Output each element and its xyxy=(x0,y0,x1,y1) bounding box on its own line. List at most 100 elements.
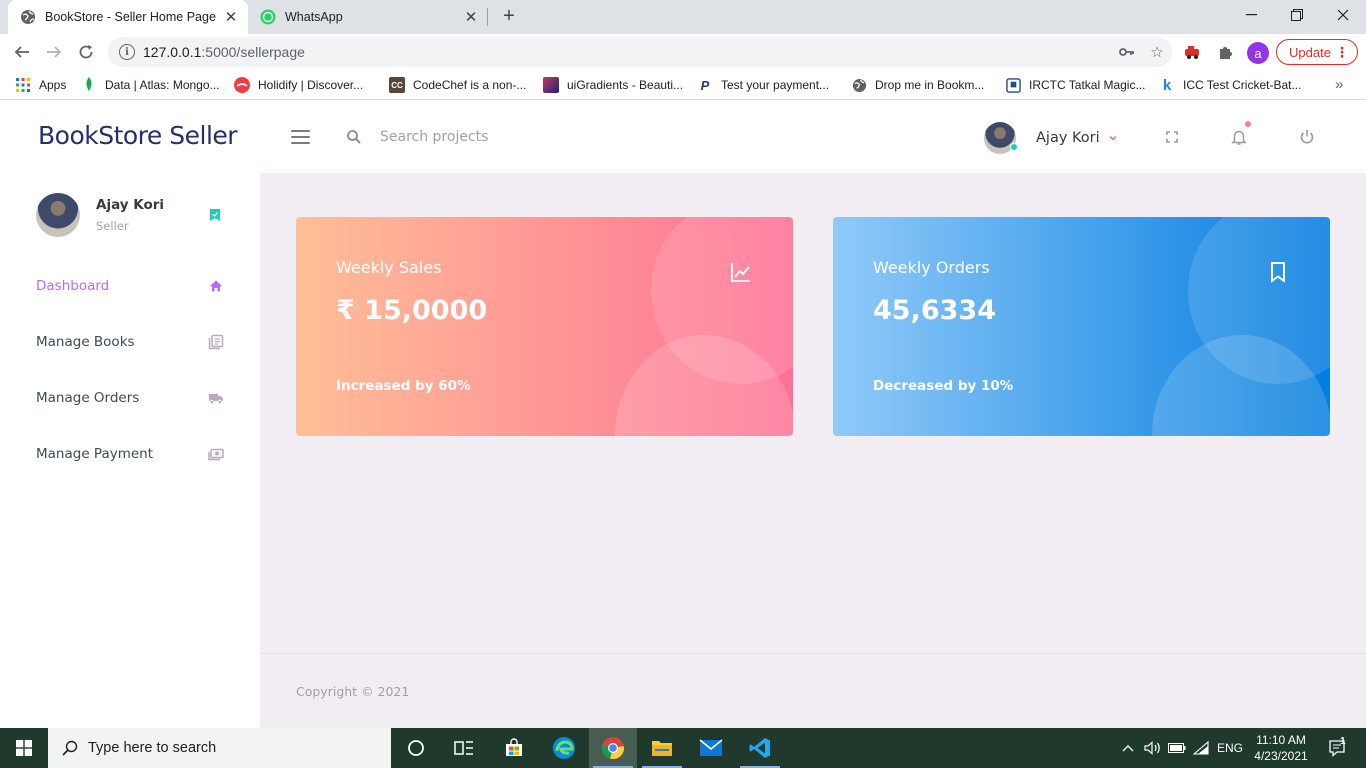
card-title: Weekly Sales xyxy=(336,258,442,277)
star-icon[interactable]: ☆ xyxy=(1142,37,1172,67)
main-content: Weekly Sales ₹ 15,0000 Increased by 60% … xyxy=(260,173,1366,728)
avatar xyxy=(36,193,80,237)
task-view-icon[interactable] xyxy=(440,728,488,768)
back-button[interactable] xyxy=(9,39,35,65)
tab-title: BookStore - Seller Home Page xyxy=(45,10,216,24)
file-explorer-icon[interactable] xyxy=(638,728,686,768)
bookmark-codechef[interactable]: CC CodeChef is a non-... xyxy=(389,76,526,94)
bookmark-irctc[interactable]: IRCTC Tatkal Magic... xyxy=(1005,76,1145,94)
fullscreen-icon[interactable] xyxy=(1163,128,1181,146)
cortana-icon[interactable] xyxy=(392,728,440,768)
bookmark-icon xyxy=(1271,262,1285,283)
microsoft-store-icon[interactable] xyxy=(490,728,538,768)
new-tab-button[interactable]: + xyxy=(498,6,520,28)
user-dropdown[interactable]: Ajay Kori xyxy=(984,121,1118,155)
footer-divider xyxy=(260,653,1366,654)
chart-line-icon xyxy=(731,263,750,282)
card-note: Decreased by 10% xyxy=(873,378,1014,394)
wifi-icon[interactable] xyxy=(1190,728,1212,768)
notification-dot xyxy=(1245,121,1251,127)
update-button[interactable]: Update ⋮ xyxy=(1276,39,1358,65)
edge-icon[interactable] xyxy=(540,728,588,768)
apps-grid-icon xyxy=(15,77,31,93)
action-center-button[interactable]: 1 xyxy=(1318,728,1358,768)
sidebar-item-manage-payment[interactable]: Manage Payment xyxy=(36,442,226,466)
windows-start-button[interactable] xyxy=(0,728,48,768)
sidebar-item-label: Manage Orders xyxy=(36,390,140,406)
profile-avatar[interactable]: a xyxy=(1247,42,1269,64)
close-tab-icon[interactable]: ✕ xyxy=(462,8,480,26)
minimize-button[interactable] xyxy=(1228,0,1274,30)
battery-icon[interactable] xyxy=(1166,728,1188,768)
notification-count: 1 xyxy=(1340,736,1346,747)
mongodb-leaf-icon xyxy=(81,77,97,93)
more-menu-icon: ⋮ xyxy=(1335,44,1349,60)
language-indicator[interactable]: ENG xyxy=(1214,728,1246,768)
clock-time: 11:10 AM xyxy=(1256,733,1306,747)
mail-icon[interactable] xyxy=(687,728,735,768)
power-icon[interactable] xyxy=(1298,128,1316,146)
menu-toggle-icon[interactable] xyxy=(291,130,310,144)
globe-icon xyxy=(851,77,867,93)
tab-whatsapp[interactable]: WhatsApp ✕ xyxy=(250,0,488,34)
windows-logo-icon xyxy=(16,740,32,756)
bookmark-holidify[interactable]: Holidify | Discover... xyxy=(234,76,363,94)
sidebar: Ajay Kori Seller Dashboard Manage Books … xyxy=(0,173,260,728)
bookmark-dropme[interactable]: Drop me in Bookm... xyxy=(851,76,984,94)
browser-tab-strip: BookStore - Seller Home Page ✕ WhatsApp … xyxy=(0,0,1366,34)
show-hidden-icons-chevron[interactable] xyxy=(1118,728,1138,768)
tab-title: WhatsApp xyxy=(285,10,343,24)
close-window-button[interactable] xyxy=(1320,0,1366,30)
paypal-icon: P xyxy=(700,77,710,93)
profile-role: Seller xyxy=(96,219,129,233)
puzzle-icon[interactable] xyxy=(1214,41,1236,63)
sidebar-item-dashboard[interactable]: Dashboard xyxy=(36,274,226,298)
extension-icon[interactable] xyxy=(1182,41,1204,63)
browser-toolbar: i 127.0.0.1:5000/sellerpage ☆ a Update ⋮ xyxy=(0,34,1366,70)
card-value: ₹ 15,0000 xyxy=(336,295,488,326)
avatar xyxy=(984,122,1018,154)
url-text[interactable]: 127.0.0.1:5000/sellerpage xyxy=(143,44,1112,60)
restore-button[interactable] xyxy=(1274,0,1320,30)
more-bookmarks-icon[interactable]: » xyxy=(1335,76,1343,93)
forward-button[interactable] xyxy=(41,39,67,65)
copyright-text: Copyright © 2021 xyxy=(296,684,410,699)
taskbar-clock[interactable]: 11:10 AM 4/23/2021 xyxy=(1250,732,1312,764)
sidebar-profile[interactable]: Ajay Kori Seller xyxy=(36,193,236,239)
uigradients-icon xyxy=(543,77,559,93)
bookmark-payment[interactable]: P Test your payment... xyxy=(697,76,829,94)
search-icon xyxy=(347,130,361,144)
site-info-icon[interactable]: i xyxy=(119,44,135,60)
globe-icon xyxy=(20,9,36,25)
cash-icon xyxy=(208,448,224,461)
clock-date: 4/23/2021 xyxy=(1254,749,1308,763)
sidebar-item-label: Manage Payment xyxy=(36,446,154,462)
search-input[interactable] xyxy=(380,125,640,149)
card-note: Increased by 60% xyxy=(336,378,471,394)
bell-icon[interactable] xyxy=(1230,128,1248,146)
sidebar-item-manage-orders[interactable]: Manage Orders xyxy=(36,386,226,410)
profile-name: Ajay Kori xyxy=(96,197,165,213)
sidebar-item-label: Dashboard xyxy=(36,278,110,294)
vscode-icon[interactable] xyxy=(736,728,784,768)
bookmark-uigradients[interactable]: uiGradients - Beauti... xyxy=(543,76,683,94)
address-bar[interactable]: i 127.0.0.1:5000/sellerpage ☆ xyxy=(108,37,1172,67)
verified-bookmark-icon xyxy=(210,209,220,221)
close-tab-icon[interactable]: ✕ xyxy=(222,8,240,26)
online-status-dot xyxy=(1010,143,1018,151)
reload-button[interactable] xyxy=(73,39,99,65)
key-icon[interactable] xyxy=(1112,37,1142,67)
bookmark-atlas[interactable]: Data | Atlas: Mongo... xyxy=(81,76,220,94)
bookmark-apps[interactable]: Apps xyxy=(15,76,66,94)
tab-bookstore[interactable]: BookStore - Seller Home Page ✕ xyxy=(8,0,248,34)
whatsapp-icon xyxy=(260,9,276,25)
taskbar-search-box[interactable]: Type here to search xyxy=(48,728,391,768)
volume-icon[interactable] xyxy=(1142,728,1164,768)
bookmark-icc[interactable]: k ICC Test Cricket-Bat... xyxy=(1159,76,1302,94)
card-value: 45,6334 xyxy=(873,295,996,326)
chrome-icon[interactable] xyxy=(589,728,637,768)
header-user-name: Ajay Kori xyxy=(1036,130,1100,146)
brand-logo[interactable]: BookStore Seller xyxy=(38,121,238,150)
icc-k-icon: k xyxy=(1162,76,1172,94)
sidebar-item-manage-books[interactable]: Manage Books xyxy=(36,330,226,354)
